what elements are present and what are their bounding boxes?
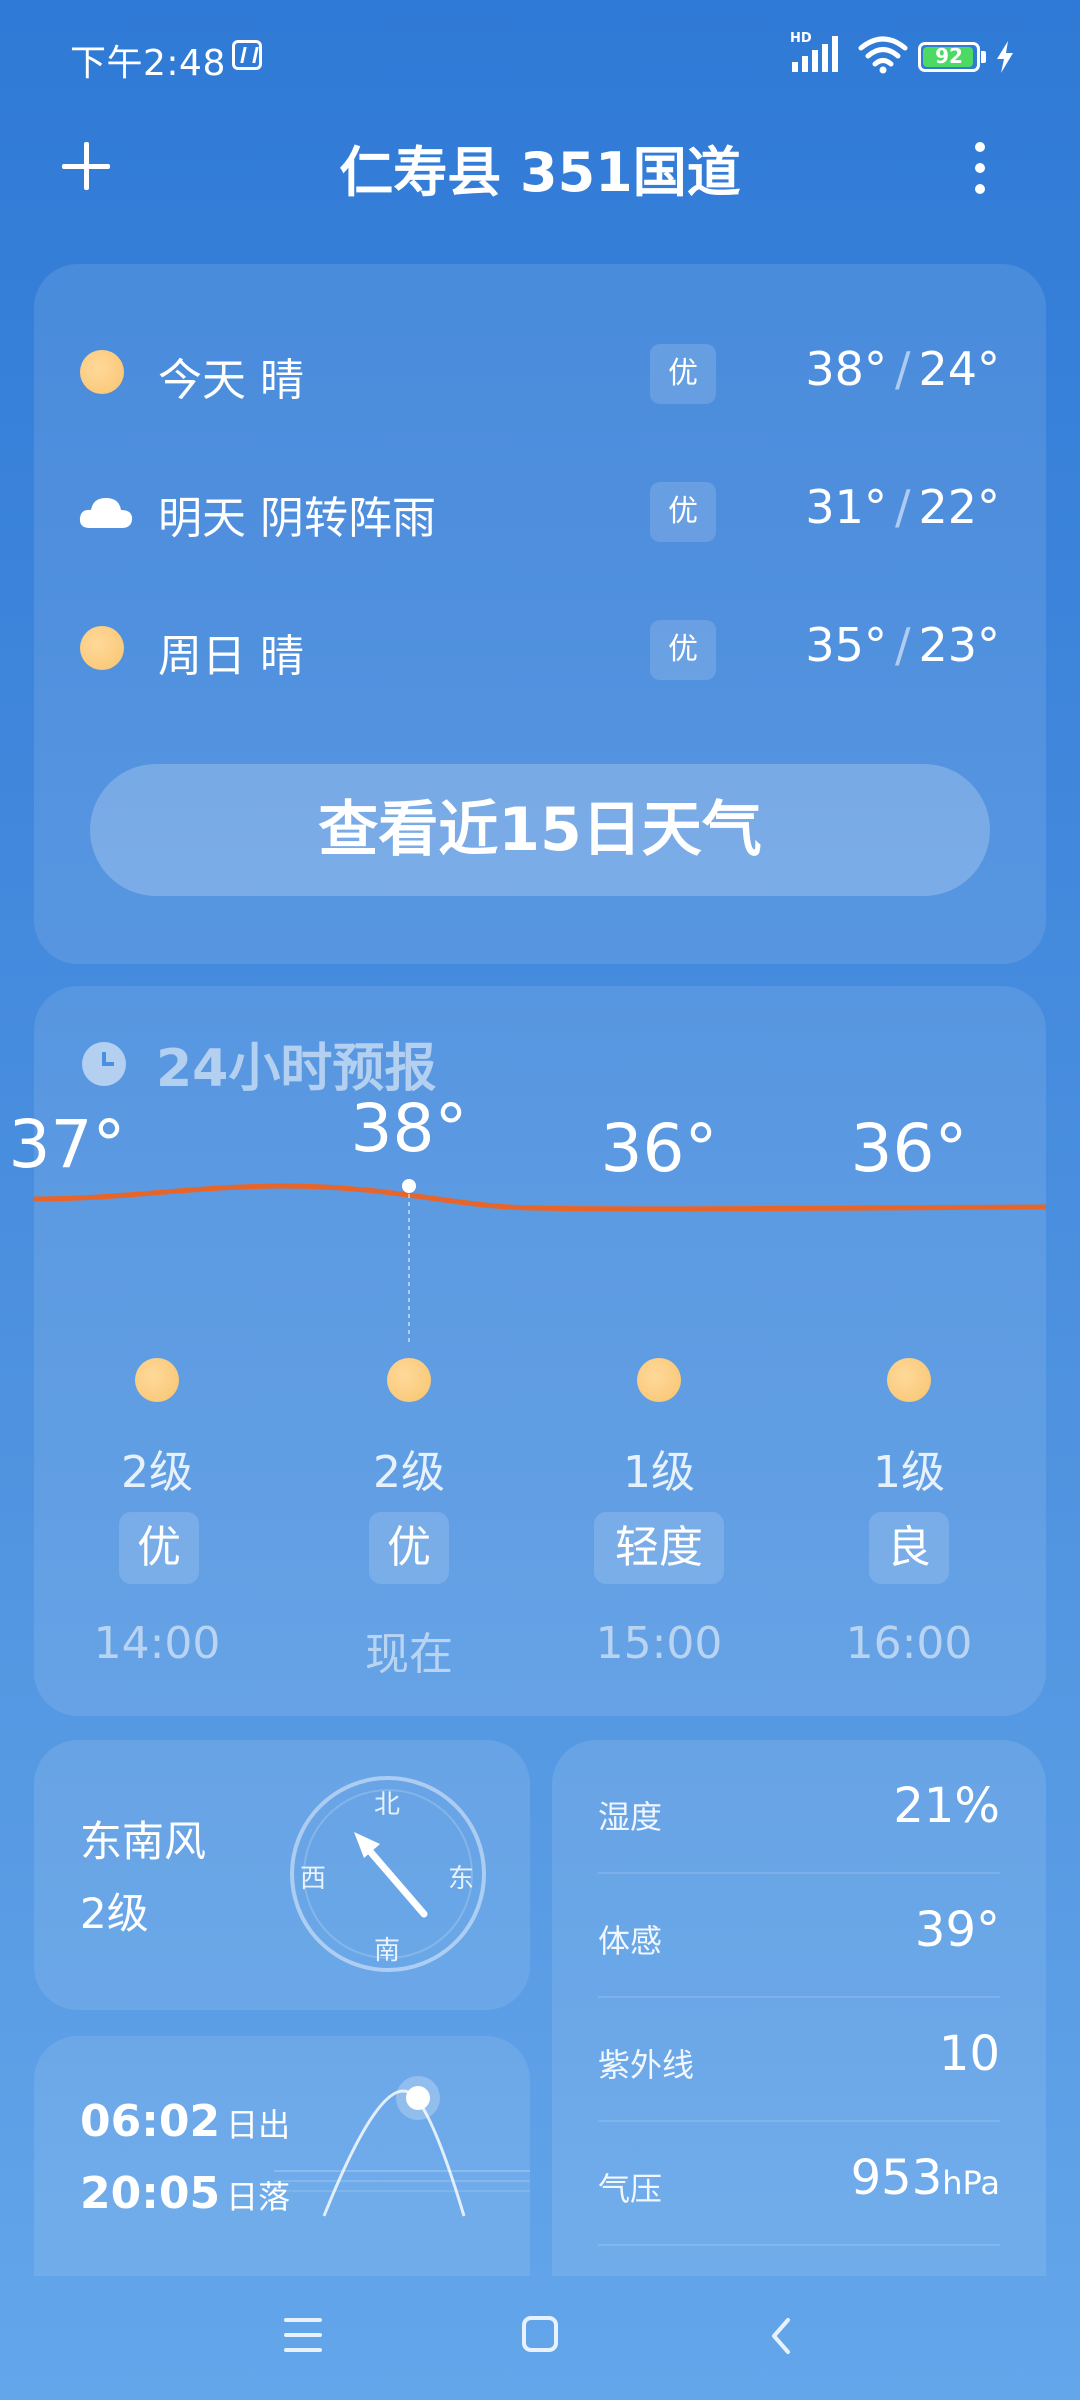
day-label: 明天 阴转阵雨: [158, 493, 436, 544]
hour-time: 16:00: [845, 1618, 973, 1669]
sun-icon: [387, 1358, 431, 1402]
day-label: 周日 晴: [158, 631, 304, 682]
detail-pressure: 气压 953hPa: [598, 2122, 1000, 2246]
aqi-badge: 优: [650, 344, 716, 404]
day-label: 今天 晴: [158, 355, 304, 406]
nav-back-icon[interactable]: [766, 2316, 796, 2356]
hour-wind-level: 1级: [623, 1447, 695, 1498]
sun-position-icon: [406, 2086, 430, 2110]
hour-aqi-badge: 良: [869, 1512, 949, 1584]
temp-range: 31°/22°: [805, 480, 1000, 534]
temp-range: 38°/24°: [805, 342, 1000, 396]
daily-row-today[interactable]: 今天 晴 优 38°/24°: [34, 324, 1044, 414]
sun-icon: [80, 626, 124, 670]
wifi-icon: [858, 36, 908, 74]
aqi-badge: 优: [650, 482, 716, 542]
compass-south: 南: [374, 1936, 401, 1966]
signal-icon: HD: [790, 31, 838, 72]
aqi-badge: 优: [650, 620, 716, 680]
compass-east: 东: [448, 1864, 475, 1894]
hour-temp: 38°: [350, 1090, 468, 1167]
hour-wind-level: 1级: [873, 1447, 945, 1498]
daily-forecast-card: 今天 晴 优 38°/24° 明天 阴转阵雨 优 31°/22° 周日 晴 优 …: [34, 264, 1046, 964]
compass: 北 南 西 东: [288, 1774, 488, 1974]
status-time: 下午2:48: [70, 43, 226, 84]
hourly-forecast-card: 24小时预报 37° 2级 优 14:00 38° 2级 优 现在 36° 1级…: [9, 986, 1046, 1716]
hour-temp: 36°: [850, 1110, 968, 1187]
daily-row-sunday[interactable]: 周日 晴 优 35°/23°: [34, 600, 1044, 690]
view-15-day-button[interactable]: 查看近15日天气: [90, 764, 990, 896]
network-label: HD: [790, 31, 812, 46]
sun-arc: [274, 2076, 530, 2217]
temperature-line: [34, 1183, 1046, 1212]
sun-icon: [80, 350, 124, 394]
charging-bolt-icon: [997, 41, 1013, 73]
detail-feels-like: 体感 39°: [598, 1874, 1000, 1998]
daily-row-tomorrow[interactable]: 明天 阴转阵雨 优 31°/22°: [34, 462, 1044, 552]
hour-aqi-badge: 优: [369, 1512, 449, 1584]
sun-icon: [887, 1358, 931, 1402]
nav-menu-icon[interactable]: [284, 2318, 322, 2352]
hour-temp: 37°: [8, 1106, 126, 1183]
wind-card[interactable]: 东南风 2级 北 南 西 东: [34, 1740, 530, 2010]
sunset-time: 20:05 日落: [80, 2168, 291, 2219]
sunrise-time: 06:02 日出: [80, 2096, 291, 2147]
compass-west: 西: [300, 1864, 327, 1894]
now-point: [402, 1179, 416, 1193]
cloud-icon: [79, 498, 133, 528]
wind-direction: 东南风: [80, 1817, 207, 1866]
sun-card[interactable]: 06:02 日出 20:05 日落: [34, 2036, 530, 2276]
page-title: 仁寿县 351国道: [339, 141, 741, 204]
detail-humidity: 湿度 21%: [598, 1750, 1000, 1874]
nav-home-icon[interactable]: [522, 2316, 558, 2352]
hour-wind-level: 2级: [373, 1447, 445, 1498]
hour-time: 14:00: [93, 1618, 221, 1669]
sun-icon: [637, 1358, 681, 1402]
hour-time: 15:00: [595, 1618, 723, 1669]
details-card: 湿度 21% 体感 39° 紫外线 10 气压 953hPa: [552, 1740, 1046, 2276]
compass-north: 北: [374, 1790, 401, 1820]
nfc-icon: [232, 40, 262, 70]
battery-level: 92: [935, 44, 963, 68]
hour-aqi-badge: 轻度: [594, 1512, 724, 1584]
hour-time: 现在: [365, 1629, 453, 1680]
hour-temp: 36°: [600, 1110, 718, 1187]
detail-uv: 紫外线 10: [598, 1998, 1000, 2122]
temp-range: 35°/23°: [805, 618, 1000, 672]
hour-wind-level: 2级: [121, 1447, 193, 1498]
more-menu-icon[interactable]: [970, 140, 990, 196]
sun-icon: [135, 1358, 179, 1402]
battery-icon: 92: [918, 42, 980, 72]
wind-level: 2级: [80, 1889, 149, 1938]
hour-aqi-badge: 优: [119, 1512, 199, 1584]
temperature-curve: [34, 1179, 1046, 1344]
